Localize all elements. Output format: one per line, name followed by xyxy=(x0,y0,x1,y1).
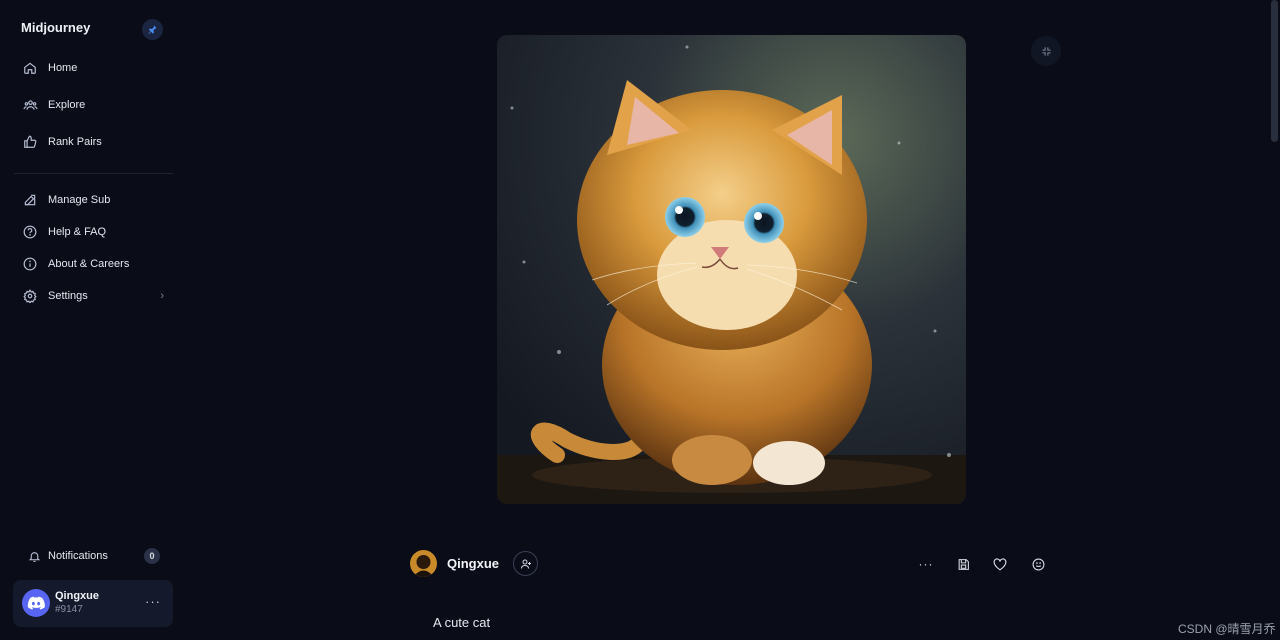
react-button[interactable] xyxy=(1027,553,1049,575)
more-actions-button[interactable]: ··· xyxy=(915,553,937,575)
sidebar: Midjourney Home Explore Rank Pairs Manag… xyxy=(0,0,186,640)
bell-icon xyxy=(26,548,42,564)
generated-image-cat[interactable] xyxy=(497,35,966,504)
save-icon xyxy=(958,558,969,570)
save-button[interactable] xyxy=(952,553,974,575)
user-name: Qingxue xyxy=(55,590,100,602)
sidebar-item-rank-pairs[interactable]: Rank Pairs xyxy=(14,128,174,156)
like-button[interactable] xyxy=(989,553,1011,575)
sidebar-item-label: Rank Pairs xyxy=(48,136,102,148)
add-user-icon xyxy=(520,559,531,569)
author-name[interactable]: Qingxue xyxy=(447,556,499,571)
user-tag: #9147 xyxy=(55,604,83,615)
chevron-right-icon: › xyxy=(160,290,164,302)
image-prompt-text: A cute cat xyxy=(433,615,491,630)
scrollbar-thumb[interactable] xyxy=(1271,0,1278,142)
sidebar-item-label: About & Careers xyxy=(48,258,130,270)
discord-avatar-icon xyxy=(22,589,50,617)
ellipsis-icon: ··· xyxy=(918,557,934,571)
smiley-icon xyxy=(1032,558,1044,570)
thumbs-up-icon xyxy=(22,134,38,150)
help-icon xyxy=(22,224,38,240)
sidebar-item-label: Explore xyxy=(48,99,86,111)
sidebar-item-label: Settings xyxy=(48,290,88,302)
gear-icon xyxy=(22,288,38,304)
brand-title[interactable]: Midjourney xyxy=(21,20,90,35)
sidebar-item-label: Help & FAQ xyxy=(48,226,107,238)
follow-user-button[interactable] xyxy=(513,551,538,576)
author-avatar-image xyxy=(410,550,437,577)
collapse-icon xyxy=(1041,46,1051,56)
sidebar-item-help[interactable]: Help & FAQ xyxy=(14,218,174,246)
home-icon xyxy=(22,60,38,76)
sidebar-divider xyxy=(14,173,173,174)
info-icon xyxy=(22,256,38,272)
notifications-button[interactable]: Notifications xyxy=(14,545,164,567)
user-account-card[interactable]: Qingxue #9147 ··· xyxy=(13,580,173,627)
cat-illustration xyxy=(497,35,966,504)
sidebar-item-settings[interactable]: Settings › xyxy=(14,282,174,310)
sidebar-item-label: Manage Sub xyxy=(48,194,111,206)
more-options-icon[interactable]: ··· xyxy=(145,594,161,609)
notifications-label: Notifications xyxy=(48,550,108,562)
explore-icon xyxy=(22,97,38,113)
sidebar-item-label: Home xyxy=(48,62,78,74)
sidebar-item-manage-sub[interactable]: Manage Sub xyxy=(14,186,174,214)
sidebar-item-about[interactable]: About & Careers xyxy=(14,250,174,278)
notifications-count-badge: 0 xyxy=(144,548,160,564)
sidebar-item-explore[interactable]: Explore xyxy=(14,91,174,119)
edit-icon xyxy=(22,192,38,208)
pin-icon[interactable] xyxy=(142,19,163,40)
sidebar-item-home[interactable]: Home xyxy=(14,54,174,82)
heart-icon xyxy=(993,557,1007,570)
csdn-watermark: CSDN @晴雪月乔 xyxy=(1178,622,1276,636)
author-avatar[interactable] xyxy=(410,550,437,577)
collapse-fullscreen-button[interactable] xyxy=(1031,36,1061,66)
